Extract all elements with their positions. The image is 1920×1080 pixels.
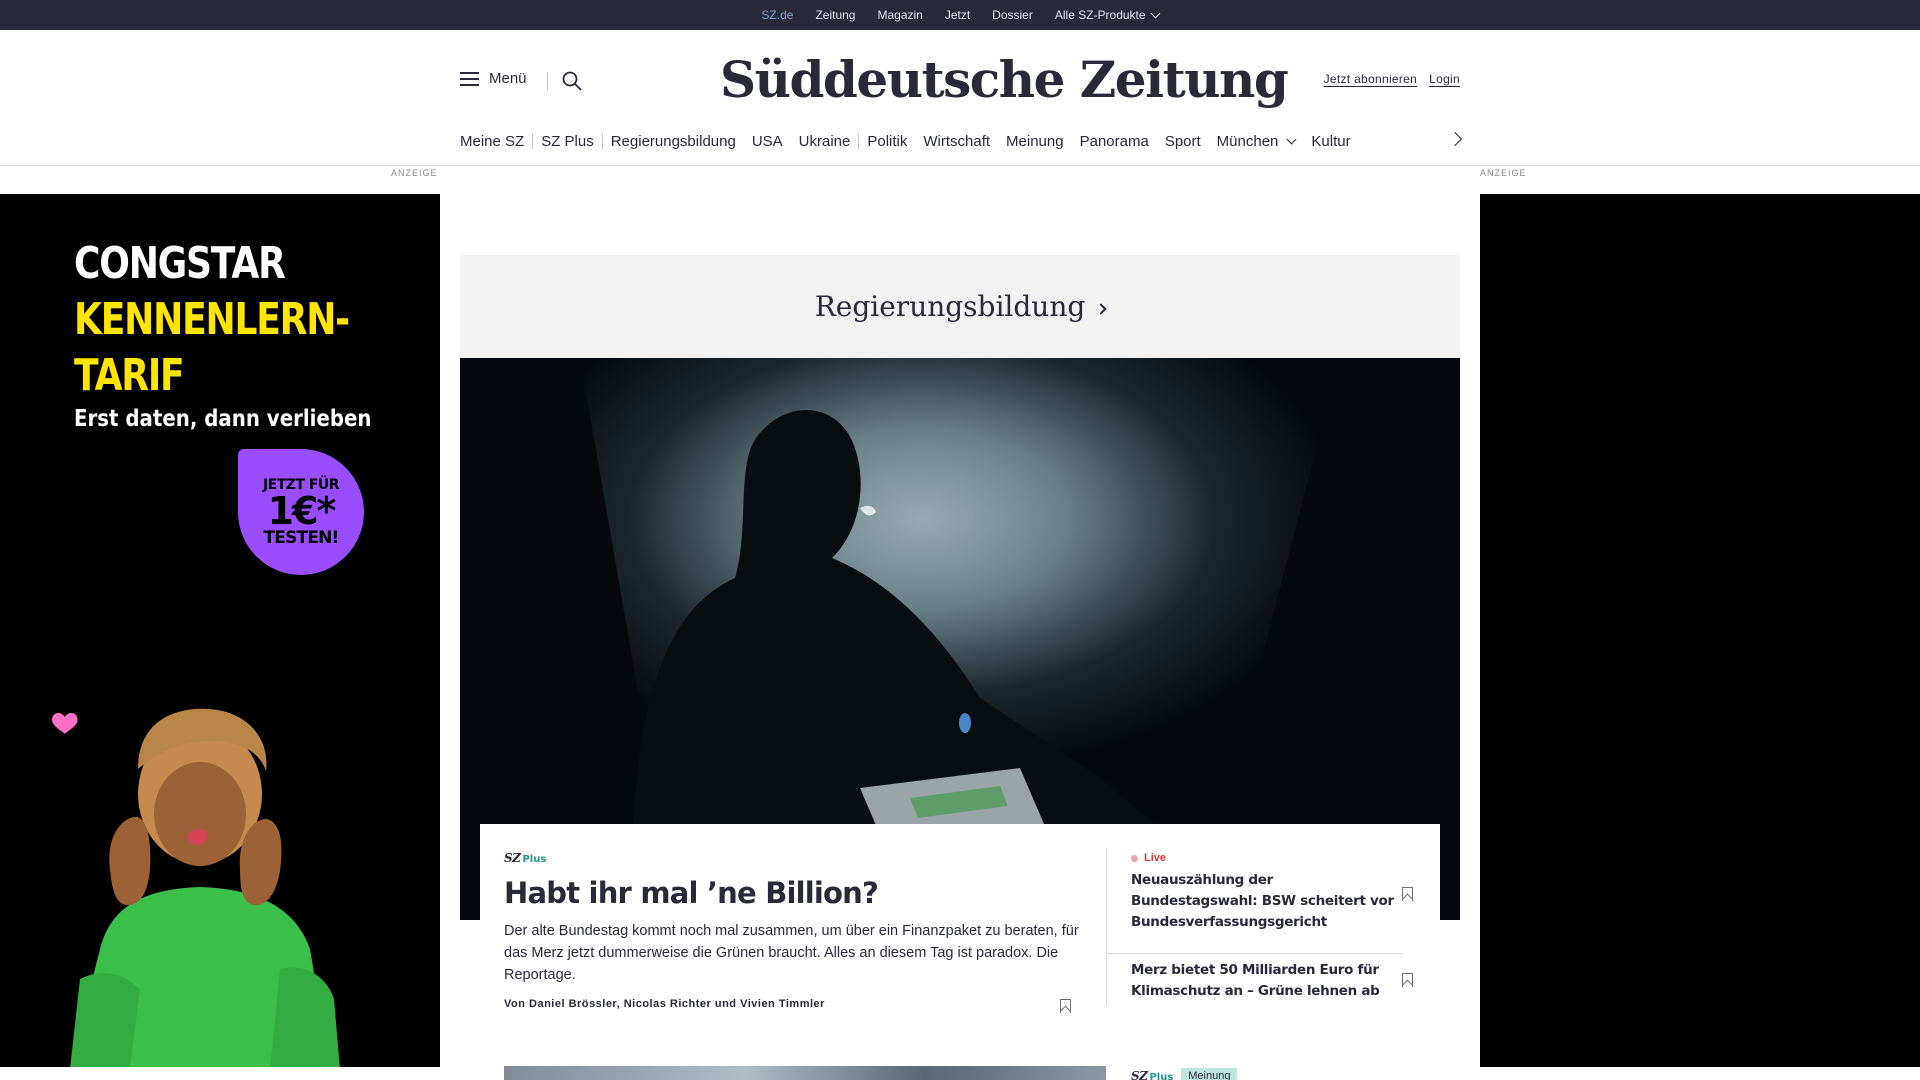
live-dot-icon — [1131, 854, 1138, 862]
main-article-title[interactable]: Habt ihr mal ’ne Billion? — [504, 876, 1086, 910]
ad-badge-bottom: TESTEN! — [263, 527, 339, 548]
nav-item-kultur[interactable]: Kultur — [1303, 133, 1358, 150]
hamburger-icon — [460, 71, 479, 86]
ad-person-image — [52, 708, 340, 1067]
nav-item-politik[interactable]: Politik — [859, 133, 915, 150]
ad-banner-right[interactable] — [1480, 194, 1920, 1067]
topbar-link-zeitung[interactable]: Zeitung — [804, 8, 866, 22]
menu-label: Menü — [489, 70, 527, 87]
side-article-2[interactable]: Merz bietet 50 Milliarden Euro für Klima… — [1131, 954, 1396, 1002]
sz-plus-brand: SZ — [1131, 1069, 1148, 1080]
teaser-card: SZ Plus Habt ihr mal ’ne Billion? Der al… — [480, 824, 1440, 1080]
side-article-1[interactable]: Live Neuauszählung der Bundestagswahl: B… — [1131, 852, 1396, 933]
main-article-author: Von Daniel Brössler, Nicolas Richter und… — [504, 998, 825, 1010]
next-article-image[interactable] — [504, 1066, 1106, 1080]
nav-item-meine-sz[interactable]: Meine SZ — [460, 133, 532, 150]
ad-label-right: ANZEIGE — [1480, 168, 1527, 178]
account-links: Jetzt abonnieren Login — [1324, 72, 1460, 86]
sz-plus-brand: SZ — [504, 851, 521, 865]
topbar-link-products[interactable]: Alle SZ-Produkte — [1044, 8, 1170, 22]
nav-muenchen-label: München — [1216, 132, 1279, 150]
next-side-article-meta[interactable]: SZ Plus Meinung — [1131, 1068, 1238, 1080]
live-label: Live — [1144, 852, 1167, 864]
ad-label-left: ANZEIGE — [391, 168, 438, 178]
chevron-right-icon — [1095, 302, 1107, 315]
ad-headline: CONGSTAR KENNENLERN- TARIF — [74, 236, 350, 404]
topbar-link-jetzt[interactable]: Jetzt — [934, 8, 981, 22]
topbar-link-dossier[interactable]: Dossier — [981, 8, 1044, 22]
menu-button[interactable]: Menü — [460, 70, 527, 87]
side-article-2-title[interactable]: Merz bietet 50 Milliarden Euro für Klima… — [1131, 960, 1396, 1002]
column-divider — [1106, 848, 1107, 1006]
sz-plus-logo: SZ Plus — [1131, 1069, 1173, 1080]
category-tag: Meinung — [1181, 1068, 1238, 1080]
nav-item-sport[interactable]: Sport — [1157, 133, 1209, 150]
section-title: Regierungsbildung — [814, 290, 1086, 323]
chevron-right-icon[interactable] — [1447, 131, 1463, 147]
topbar-link-magazin[interactable]: Magazin — [866, 8, 933, 22]
nav-item-meinung[interactable]: Meinung — [998, 133, 1072, 150]
ad-headline-line3: TARIF — [74, 350, 185, 401]
top-bar: SZ.de Zeitung Magazin Jetzt Dossier Alle… — [0, 0, 1920, 30]
subscribe-link[interactable]: Jetzt abonnieren — [1324, 72, 1418, 86]
nav-item-wirtschaft[interactable]: Wirtschaft — [915, 133, 998, 150]
ad-subline: Erst daten, dann verlieben — [74, 406, 372, 432]
nav-item-ukraine[interactable]: Ukraine — [791, 133, 859, 150]
main-article[interactable]: SZ Plus Habt ihr mal ’ne Billion? Der al… — [504, 851, 1086, 1010]
ad-badge-price: 1€* — [267, 488, 337, 533]
nav-item-muenchen[interactable]: München — [1209, 133, 1304, 150]
sz-plus-suffix: Plus — [522, 854, 547, 865]
bookmark-icon[interactable] — [1402, 973, 1413, 987]
ad-banner-left[interactable]: CONGSTAR KENNENLERN- TARIF Erst daten, d… — [0, 194, 440, 1067]
section-header[interactable]: Regierungsbildung — [460, 255, 1460, 358]
menu-divider — [547, 72, 548, 90]
sz-plus-suffix: Plus — [1149, 1072, 1174, 1080]
nav-item-usa[interactable]: USA — [744, 133, 791, 150]
ad-headline-line1: CONGSTAR — [74, 238, 286, 289]
nav-item-regierungsbildung[interactable]: Regierungsbildung — [603, 133, 744, 150]
topbar-link-szde[interactable]: SZ.de — [750, 8, 804, 22]
sz-plus-logo: SZ Plus — [504, 851, 1086, 865]
main-navigation: Meine SZ SZ Plus Regierungsbildung USA U… — [460, 131, 1359, 151]
chevron-down-icon — [1286, 134, 1297, 144]
chevron-down-icon — [1150, 8, 1161, 18]
topbar-products-label: Alle SZ-Produkte — [1054, 8, 1146, 22]
live-badge: Live — [1131, 852, 1396, 864]
bookmark-icon[interactable] — [1060, 999, 1071, 1013]
nav-item-panorama[interactable]: Panorama — [1072, 133, 1157, 150]
site-logo[interactable]: Süddeutsche Zeitung — [720, 50, 1289, 109]
login-link[interactable]: Login — [1429, 72, 1460, 86]
nav-item-sz-plus[interactable]: SZ Plus — [533, 133, 602, 150]
side-article-1-title[interactable]: Neuauszählung der Bundestagswahl: BSW sc… — [1131, 870, 1396, 933]
bookmark-icon[interactable] — [1402, 887, 1413, 901]
ad-price-badge[interactable]: JETZT FÜR 1€* TESTEN! — [238, 449, 364, 575]
ad-headline-line2: KENNENLERN- — [74, 294, 350, 345]
main-article-description: Der alte Bundestag kommt noch mal zusamm… — [504, 923, 1079, 983]
site-header: Menü Süddeutsche Zeitung Jetzt abonniere… — [0, 30, 1920, 166]
search-icon[interactable] — [561, 70, 583, 92]
